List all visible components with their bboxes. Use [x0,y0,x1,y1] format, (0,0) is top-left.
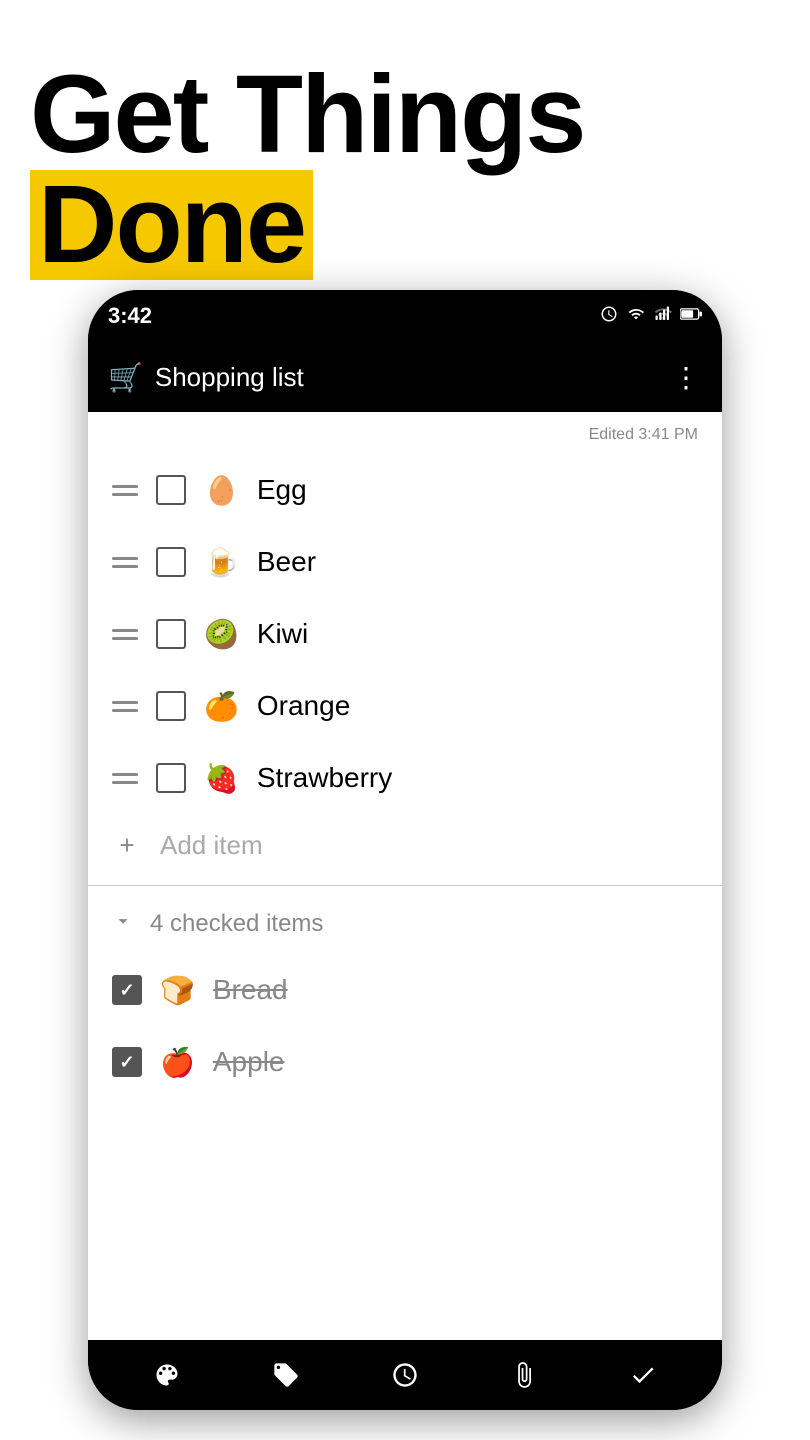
phone-frame: 3:42 🛒 Shopping list ⋮ [88,290,722,1410]
egg-emoji: 🥚 [204,474,239,507]
list-item: 🥝 Kiwi [88,598,722,670]
list-item: 🍊 Orange [88,670,722,742]
checkbox-orange[interactable] [156,691,186,721]
content-area: Edited 3:41 PM 🥚 Egg 🍺 Beer [88,412,722,1340]
orange-label: Orange [257,690,350,722]
add-item-row[interactable]: + Add item [88,814,722,877]
status-icons [600,305,702,328]
list-item-checked: 🍞 Bread [88,954,722,1026]
kiwi-label: Kiwi [257,618,308,650]
bread-emoji: 🍞 [160,974,195,1007]
drag-handle-kiwi[interactable] [112,629,138,640]
checkbox-bread[interactable] [112,975,142,1005]
header-title-normal: Get Things [30,60,584,170]
checkbox-beer[interactable] [156,547,186,577]
checkbox-egg[interactable] [156,475,186,505]
header-title-highlight: Done [30,170,313,280]
app-bar: 🛒 Shopping list ⋮ [88,342,722,412]
drag-handle-orange[interactable] [112,701,138,712]
paperclip-nav-icon[interactable] [499,1350,549,1400]
bread-label: Bread [213,974,288,1006]
checkmark-nav-icon[interactable] [618,1350,668,1400]
page-header: Get Things Done [0,0,810,320]
apple-label: Apple [213,1046,285,1078]
orange-emoji: 🍊 [204,690,239,723]
add-icon: + [112,830,142,861]
status-time: 3:42 [108,303,152,329]
egg-label: Egg [257,474,307,506]
beer-label: Beer [257,546,316,578]
tag-nav-icon[interactable] [261,1350,311,1400]
drag-handle-egg[interactable] [112,485,138,496]
battery-status-icon [680,307,702,326]
list-item: 🍺 Beer [88,526,722,598]
app-bar-left: 🛒 Shopping list [108,361,304,394]
cart-icon: 🛒 [108,361,143,394]
checked-section: 4 checked items 🍞 Bread 🍎 Apple [88,894,722,1098]
beer-emoji: 🍺 [204,546,239,579]
checkbox-apple[interactable] [112,1047,142,1077]
status-bar: 3:42 [88,290,722,342]
checked-count-label: 4 checked items [150,910,323,938]
wifi-status-icon [626,306,646,327]
edited-label: Edited 3:41 PM [88,412,722,454]
list-item-checked: 🍎 Apple [88,1026,722,1098]
more-menu-icon[interactable]: ⋮ [672,361,702,394]
alarm-status-icon [600,305,618,328]
signal-status-icon [654,305,672,328]
checkbox-strawberry[interactable] [156,763,186,793]
strawberry-label: Strawberry [257,762,392,794]
unchecked-list: 🥚 Egg 🍺 Beer 🥝 Kiwi [88,454,722,877]
kiwi-emoji: 🥝 [204,618,239,651]
list-item: 🥚 Egg [88,454,722,526]
chevron-down-icon [112,910,134,938]
add-item-label: Add item [160,830,263,861]
list-item: 🍓 Strawberry [88,742,722,814]
alarm-nav-icon[interactable] [380,1350,430,1400]
checkbox-kiwi[interactable] [156,619,186,649]
section-divider [88,885,722,886]
checked-section-header[interactable]: 4 checked items [88,894,722,954]
bottom-nav [88,1340,722,1410]
palette-nav-icon[interactable] [142,1350,192,1400]
drag-handle-beer[interactable] [112,557,138,568]
drag-handle-strawberry[interactable] [112,773,138,784]
strawberry-emoji: 🍓 [204,762,239,795]
apple-emoji: 🍎 [160,1046,195,1079]
app-bar-title: Shopping list [155,362,304,393]
